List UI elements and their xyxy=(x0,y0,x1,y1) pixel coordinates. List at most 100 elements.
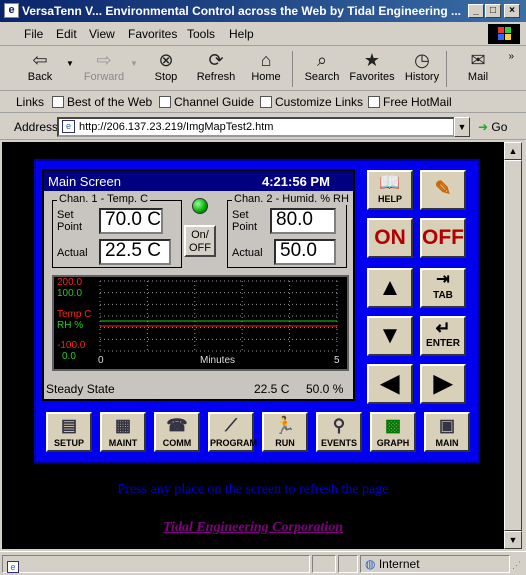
setup-icon: ▤ xyxy=(60,416,78,435)
down-arrow-button[interactable]: ▼ xyxy=(367,316,413,356)
window-title: VersaTenn V... Environmental Control acr… xyxy=(22,4,461,18)
temp-legend: Temp C xyxy=(57,309,92,320)
title-bar: e VersaTenn V... Environmental Control a… xyxy=(0,0,526,22)
menu-bar: File Edit View Favorites Tools Help xyxy=(0,22,526,46)
menu-tools[interactable]: Tools xyxy=(187,27,215,41)
address-label: Address xyxy=(14,120,59,134)
minimize-button[interactable]: _ xyxy=(468,4,484,18)
address-bar: Address e http://206.137.23.219/ImgMapTe… xyxy=(0,114,526,140)
links-label[interactable]: Links xyxy=(16,95,44,109)
favorites-button[interactable]: ★ Favorites xyxy=(346,49,398,89)
security-zone-pane: ◍ Internet xyxy=(360,555,510,573)
setpoint-label: Set xyxy=(232,209,249,221)
main-button[interactable]: ▣ MAIN xyxy=(424,412,470,452)
menu-help[interactable]: Help xyxy=(229,27,254,41)
clock: 4:21:56 PM xyxy=(262,174,330,189)
channel-1-group: Chan. 1 - Temp. C Set Point 70.0 C Actua… xyxy=(52,193,182,268)
maximize-button[interactable]: □ xyxy=(485,4,501,18)
main-screen[interactable]: Main Screen 4:21:56 PM Chan. 1 - Temp. C… xyxy=(42,169,355,401)
page-icon xyxy=(52,96,64,108)
address-input[interactable]: e http://206.137.23.219/ImgMapTest2.htm xyxy=(57,117,455,137)
scroll-down-icon[interactable]: ▼ xyxy=(504,531,522,549)
globe-icon: ◍ xyxy=(365,557,376,571)
toolbar-chevron-icon[interactable]: » xyxy=(508,51,514,62)
off-button[interactable]: OFF xyxy=(420,218,466,258)
forward-button[interactable]: ⇨ Forward xyxy=(78,49,130,89)
channel-2-title: Chan. 2 - Humid. % RH xyxy=(232,193,351,205)
link-channel-guide[interactable]: Channel Guide xyxy=(159,95,254,109)
on-off-toggle-button[interactable]: On/OFF xyxy=(184,225,216,257)
resize-grip-icon[interactable]: ⋰ xyxy=(512,560,521,571)
status-message-pane: e xyxy=(2,555,310,573)
close-button[interactable]: × xyxy=(504,4,520,18)
forward-dropdown-icon[interactable]: ▼ xyxy=(130,59,138,68)
comm-button[interactable]: ☎ COMM xyxy=(154,412,200,452)
scroll-up-icon[interactable]: ▲ xyxy=(504,142,522,160)
setup-button[interactable]: ▤ SETUP xyxy=(46,412,92,452)
search-icon: ⌕ xyxy=(316,50,328,70)
y-top-temp: 200.0 xyxy=(57,277,83,288)
menu-favorites[interactable]: Favorites xyxy=(128,27,177,41)
up-arrow-button[interactable]: ▲ xyxy=(367,268,413,308)
stop-icon: ⊗ xyxy=(158,50,174,70)
history-button[interactable]: ◷ History xyxy=(396,49,448,89)
mail-button[interactable]: ✉ Mail xyxy=(452,49,504,89)
status-pane xyxy=(312,555,336,573)
vertical-scrollbar[interactable]: ▲ ▼ xyxy=(504,142,522,549)
events-button[interactable]: ⚲ EVENTS xyxy=(316,412,362,452)
toolbar-separator xyxy=(292,51,293,87)
ch1-setpoint-field[interactable]: 70.0 C xyxy=(99,208,163,234)
runner-icon: 🏃 xyxy=(274,416,296,435)
menu-edit[interactable]: Edit xyxy=(56,27,77,41)
address-dropdown-icon[interactable]: ▼ xyxy=(454,117,470,137)
program-button[interactable]: ⟋ PROGRAM xyxy=(208,412,257,452)
link-best-of-web[interactable]: Best of the Web xyxy=(52,95,152,109)
maint-button[interactable]: ▦ MAINT xyxy=(100,412,146,452)
link-free-hotmail[interactable]: Free HotMail xyxy=(368,95,452,109)
up-arrow-icon: ▲ xyxy=(378,274,402,301)
refresh-button[interactable]: ⟳ Refresh xyxy=(190,49,242,89)
ch1-actual-value: 22.5 C xyxy=(99,239,171,265)
home-button[interactable]: ⌂ Home xyxy=(240,49,292,89)
help-button[interactable]: 📖 HELP xyxy=(367,170,413,210)
back-arrow-icon: ⇦ xyxy=(32,50,48,70)
ie-icon: e xyxy=(4,3,19,18)
scroll-thumb[interactable] xyxy=(504,160,522,531)
on-button[interactable]: ON xyxy=(367,218,413,258)
enter-button[interactable]: ↵ ENTER xyxy=(420,316,466,356)
setpoint-label: Point xyxy=(57,221,83,233)
versatenn-panel[interactable]: Main Screen 4:21:56 PM Chan. 1 - Temp. C… xyxy=(34,159,480,463)
mail-icon: ✉ xyxy=(470,50,486,70)
refresh-instruction: Press any place on the screen to refresh… xyxy=(117,482,389,497)
menu-view[interactable]: View xyxy=(89,27,115,41)
link-customize-links[interactable]: Customize Links xyxy=(260,95,363,109)
run-button[interactable]: 🏃 RUN xyxy=(262,412,308,452)
status-led-icon xyxy=(192,198,208,214)
down-arrow-icon: ▼ xyxy=(378,322,402,349)
main-screen-icon: ▣ xyxy=(438,416,456,435)
right-arrow-button[interactable]: ▶ xyxy=(420,364,466,404)
go-button[interactable]: ➜ Go xyxy=(478,120,507,134)
status-bar: e ◍ Internet ⋰ xyxy=(0,551,526,575)
book-icon: 📖 xyxy=(379,173,401,192)
company-link[interactable]: Tidal Engineering Corporation xyxy=(2,520,504,536)
refresh-icon: ⟳ xyxy=(208,50,224,70)
state-rh: 50.0 % xyxy=(306,382,344,396)
x-right-tick: 5 xyxy=(334,355,340,366)
tab-button[interactable]: ⇥ TAB xyxy=(420,268,466,308)
left-arrow-button[interactable]: ◀ xyxy=(367,364,413,404)
page-icon xyxy=(368,96,380,108)
magic-wand-icon: ✎ xyxy=(434,178,452,200)
graph-button[interactable]: ▩ GRAPH xyxy=(370,412,416,452)
rh-legend: RH % xyxy=(57,320,84,331)
menu-file[interactable]: File xyxy=(24,27,43,41)
ch2-setpoint-field[interactable]: 80.0 xyxy=(270,208,336,234)
search-button[interactable]: ⌕ Search xyxy=(296,49,348,89)
stop-button[interactable]: ⊗ Stop xyxy=(140,49,192,89)
back-button[interactable]: ⇦ Back xyxy=(14,49,66,89)
left-arrow-icon: ◀ xyxy=(380,370,400,397)
back-dropdown-icon[interactable]: ▼ xyxy=(66,59,74,68)
display-settings-button[interactable]: ✎ xyxy=(420,170,466,210)
y-bottom-temp: -100.0 xyxy=(57,340,86,351)
program-graph-icon: ⟋ xyxy=(225,416,237,435)
